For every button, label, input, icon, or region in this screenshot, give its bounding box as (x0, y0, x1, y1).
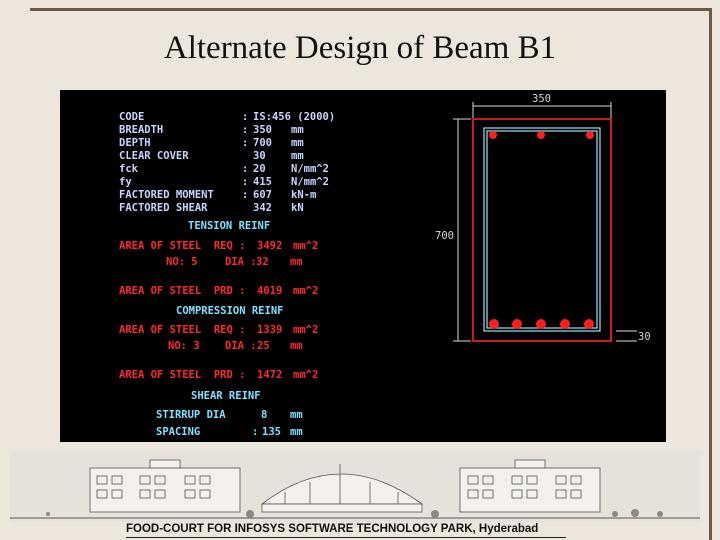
stirrup-outer (483, 127, 601, 332)
food-court-sketch (10, 450, 700, 522)
tension-bar (536, 319, 546, 329)
stirrup-inner (486, 130, 598, 329)
footer-caption: FOOD-COURT FOR INFOSYS SOFTWARE TECHNOLO… (126, 523, 539, 535)
frame-top-rule (30, 8, 712, 11)
slide-title: Alternate Design of Beam B1 (163, 30, 557, 66)
tension-bar (489, 319, 499, 329)
tension-bar (560, 319, 570, 329)
right-building (459, 459, 601, 513)
beam-outline (472, 118, 612, 342)
footer-rule (126, 537, 566, 538)
depth-dimension-label: 700 (435, 230, 454, 242)
cad-drawing-panel: CODE : IS:456 (2000) BREADTH : 350 mm DE… (60, 90, 666, 442)
cover-dimension-label: 30 (638, 331, 651, 343)
width-dimension-label: 350 (532, 93, 551, 105)
tension-bar (584, 319, 594, 329)
compression-bar (586, 131, 594, 139)
tension-bar (512, 319, 522, 329)
left-building (89, 459, 241, 513)
compression-bar (537, 131, 545, 139)
beam-section-drawing (453, 102, 637, 342)
compression-bar (489, 131, 497, 139)
